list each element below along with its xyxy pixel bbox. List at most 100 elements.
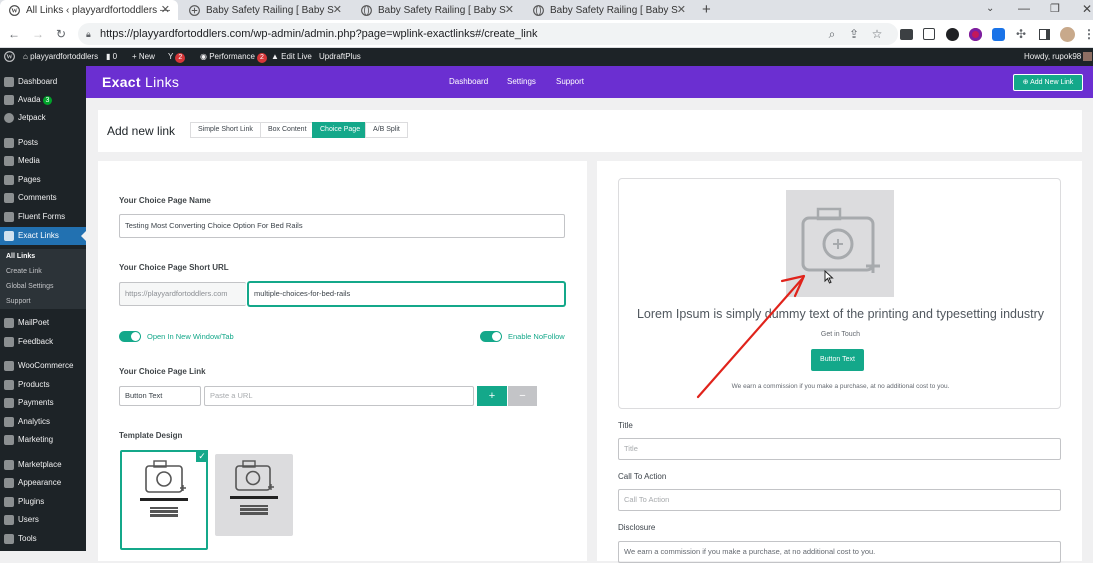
sidebar-item-fluent-forms[interactable]: Fluent Forms: [0, 208, 86, 226]
choice-page-preview-card: Lorem Ipsum is simply dummy text of the …: [597, 161, 1082, 563]
adminbar-yoast[interactable]: Y2: [168, 48, 186, 66]
sidebar-item-media[interactable]: Media: [0, 152, 86, 170]
template-option-2[interactable]: [215, 454, 293, 536]
browser-tab-baby-safety-2[interactable]: Baby Safety Railing [ Baby Safety ✕: [352, 0, 522, 20]
sidebar-item-appearance[interactable]: Appearance: [0, 474, 86, 492]
close-icon[interactable]: ✕: [505, 3, 514, 16]
sidebar-item-avada[interactable]: Avada 3: [0, 91, 86, 109]
add-choice-button[interactable]: +: [477, 386, 507, 406]
new-window-toggle[interactable]: [119, 331, 141, 342]
wordpress-logo-icon[interactable]: W: [4, 48, 15, 66]
profile-avatar[interactable]: [1059, 26, 1075, 42]
extension-icon[interactable]: [899, 28, 913, 40]
puzzle-icon[interactable]: ✣: [1013, 26, 1029, 42]
maximize-icon[interactable]: ❐: [1050, 2, 1060, 15]
sidebar-item-mailpoet[interactable]: MailPoet: [0, 314, 86, 332]
adminbar-comments[interactable]: ▮ 0: [106, 48, 117, 66]
submenu-create-link[interactable]: Create Link: [0, 264, 86, 279]
globe-icon: [532, 4, 544, 16]
share-icon[interactable]: ⇪: [846, 26, 862, 42]
sidebar-item-marketplace[interactable]: Marketplace: [0, 456, 86, 474]
adminbar-performance[interactable]: ◉ Performance 2: [200, 48, 267, 66]
cta-input[interactable]: Call To Action: [618, 489, 1061, 511]
address-bar[interactable]: 🔒︎ https://playyardfortoddlers.com/wp-ad…: [78, 23, 898, 45]
zoom-icon[interactable]: ⌕: [824, 26, 840, 42]
nofollow-toggle[interactable]: [480, 331, 502, 342]
sidebar-item-comments[interactable]: Comments: [0, 189, 86, 207]
tab-ab-split[interactable]: A/B Split: [365, 122, 408, 138]
sidebar-item-payments[interactable]: Payments: [0, 394, 86, 412]
sidebar-item-plugins[interactable]: Plugins: [0, 493, 86, 511]
title-label: Title: [618, 421, 633, 430]
zoom-meeting-icon[interactable]: [991, 27, 1005, 41]
sidebar-item-exact-links[interactable]: Exact Links: [0, 227, 86, 245]
submenu-all-links[interactable]: All Links: [0, 249, 86, 264]
extension-icon[interactable]: [945, 27, 959, 41]
preview-subtext: Get in Touch: [820, 331, 861, 338]
disclosure-input[interactable]: We earn a commission if you make a purch…: [618, 541, 1061, 563]
short-url-slug-input[interactable]: multiple-choices-for-bed-rails: [248, 282, 565, 306]
nav-support[interactable]: Support: [556, 77, 584, 86]
window-close-icon[interactable]: ✕: [1082, 2, 1092, 16]
sidebar-item-dashboard[interactable]: Dashboard: [0, 73, 86, 91]
sidebar-item-posts[interactable]: Posts: [0, 134, 86, 152]
browser-tab-all-links[interactable]: W All Links ‹ playyardfortoddlers — ✕: [0, 0, 178, 20]
button-text-input[interactable]: Button Text: [119, 386, 201, 406]
star-icon[interactable]: ☆: [869, 26, 885, 42]
feedback-icon: [4, 337, 14, 347]
exact-links-logo: Exact Links: [102, 74, 180, 90]
extension-icon[interactable]: [968, 27, 982, 41]
back-icon[interactable]: ←: [6, 26, 22, 42]
exact-links-header: Exact Links Dashboard Settings Support ⊕…: [86, 66, 1093, 98]
plus-circle-icon: ⊕: [1022, 79, 1031, 86]
url-text: https://playyardfortoddlers.com/wp-admin…: [100, 28, 538, 40]
tab-choice-page[interactable]: Choice Page: [312, 122, 369, 138]
pin-icon: [4, 138, 14, 148]
nav-settings[interactable]: Settings: [507, 77, 536, 86]
adminbar-site[interactable]: ⌂ playyardfortoddlers: [23, 48, 98, 66]
minimize-icon[interactable]: —: [1018, 1, 1030, 15]
adminbar-edit-live[interactable]: ▲ Edit Live: [271, 48, 312, 66]
tab-box-content[interactable]: Box Content: [260, 122, 315, 138]
sidebar-item-jetpack[interactable]: Jetpack: [0, 109, 86, 127]
close-icon[interactable]: ✕: [677, 3, 686, 16]
browser-tab-baby-safety-1[interactable]: Baby Safety Railing [ Baby Safety ✕: [180, 0, 350, 20]
nav-dashboard[interactable]: Dashboard: [449, 77, 488, 86]
reload-icon[interactable]: ↻: [53, 26, 69, 42]
sidebar-item-users[interactable]: Users: [0, 511, 86, 529]
sidebar-item-analytics[interactable]: Analytics: [0, 413, 86, 431]
adminbar-new[interactable]: + New: [132, 48, 155, 66]
preview-image-placeholder[interactable]: [786, 190, 894, 297]
browser-tab-baby-safety-3[interactable]: Baby Safety Railing [ Baby Safety ✕: [524, 0, 694, 20]
adminbar-updraft[interactable]: UpdraftPlus: [319, 48, 361, 66]
sidebar-item-tools[interactable]: Tools: [0, 530, 86, 548]
submenu-global-settings[interactable]: Global Settings: [0, 279, 86, 294]
sidebar-item-feedback[interactable]: Feedback: [0, 333, 86, 351]
home-icon: ⌂: [23, 52, 31, 61]
sidepanel-icon[interactable]: [1038, 28, 1050, 40]
extension-icon[interactable]: [923, 28, 935, 40]
forward-icon[interactable]: →: [30, 26, 46, 42]
page-icon: [4, 175, 14, 185]
url-input[interactable]: Paste a URL: [204, 386, 474, 406]
page-title: Add new link: [107, 124, 176, 138]
choice-page-name-input[interactable]: Testing Most Converting Choice Option Fo…: [119, 214, 565, 238]
close-icon[interactable]: ✕: [161, 3, 170, 16]
site-favicon-icon: [188, 4, 200, 16]
preview-button[interactable]: Button Text: [811, 349, 864, 371]
remove-choice-button[interactable]: −: [508, 386, 537, 406]
new-tab-button[interactable]: +: [702, 1, 711, 18]
adminbar-howdy[interactable]: Howdy, rupok98: [1024, 48, 1093, 66]
tab-search-icon[interactable]: ⌄: [986, 3, 994, 14]
sidebar-item-marketing[interactable]: Marketing: [0, 431, 86, 449]
template-option-1[interactable]: ✓: [120, 450, 208, 550]
sidebar-item-products[interactable]: Products: [0, 376, 86, 394]
submenu-support[interactable]: Support: [0, 294, 86, 309]
title-input[interactable]: Title: [618, 438, 1061, 460]
tab-simple-short-link[interactable]: Simple Short Link: [190, 122, 261, 138]
more-menu-icon[interactable]: ⋮: [1081, 26, 1093, 42]
close-icon[interactable]: ✕: [333, 3, 342, 16]
sidebar-item-pages[interactable]: Pages: [0, 171, 86, 189]
sidebar-item-woocommerce[interactable]: WooCommerce: [0, 357, 86, 375]
add-new-link-button[interactable]: ⊕ Add New Link: [1013, 74, 1083, 91]
